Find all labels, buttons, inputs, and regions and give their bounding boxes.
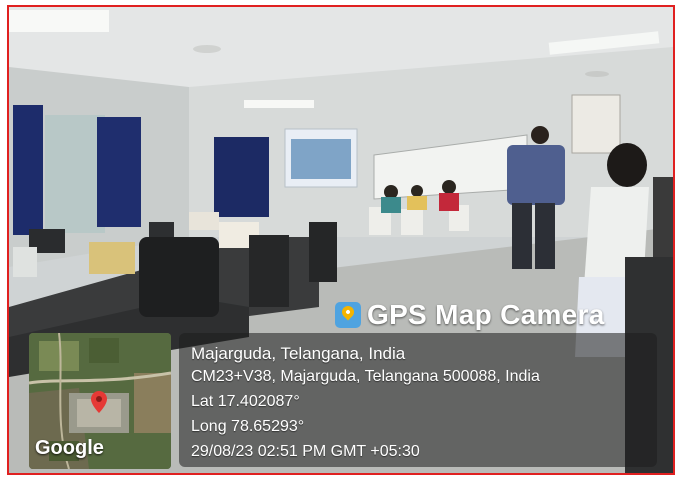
latitude: Lat 17.402087° — [191, 393, 300, 410]
gps-title-text: GPS Map Camera — [367, 299, 605, 330]
timestamp: 29/08/23 02:51 PM GMT +05:30 — [191, 443, 420, 460]
gps-app-title: GPS Map Camera — [335, 295, 605, 335]
place-name: Majarguda, Telangana, India — [191, 344, 406, 363]
map-attribution: Google — [35, 437, 104, 459]
photo-frame: Google GPS Map Camera Majarguda, Telanga… — [7, 5, 675, 475]
full-address: CM23+V38, Majarguda, Telangana 500088, I… — [191, 368, 540, 385]
location-pin-icon — [335, 302, 361, 328]
longitude: Long 78.65293° — [191, 418, 305, 435]
map-pin-icon — [91, 391, 107, 413]
